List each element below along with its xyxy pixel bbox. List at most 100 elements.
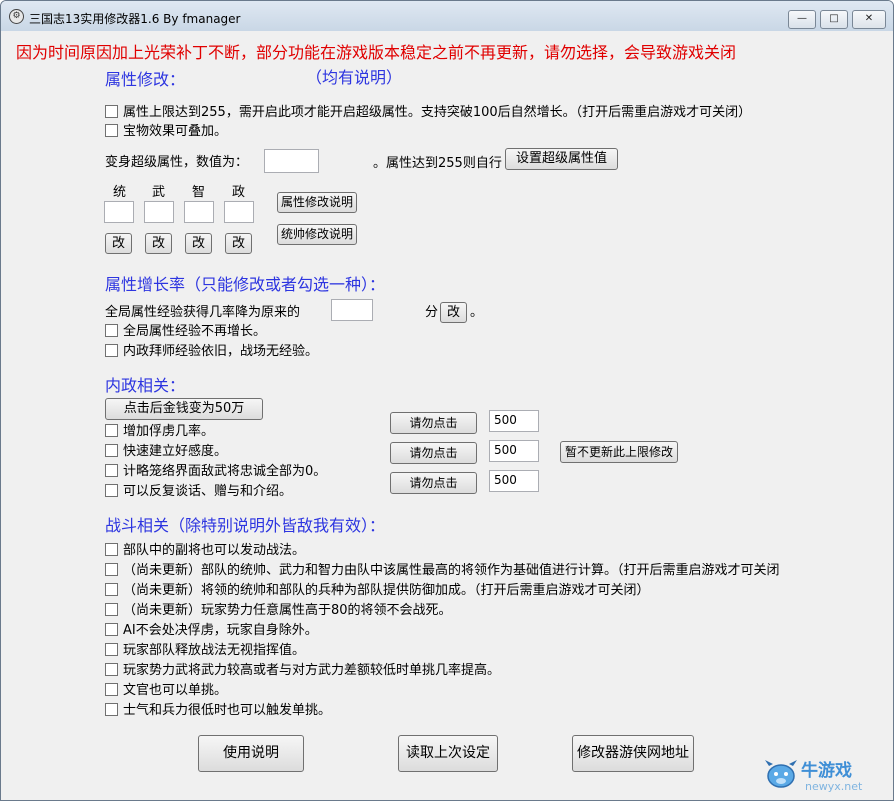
checkbox-label: 士气和兵力很低时也可以触发单挑。 xyxy=(123,703,332,718)
exp-rate-unit: 分 xyxy=(425,305,439,320)
checkbox-icon[interactable] xyxy=(105,444,118,457)
gold-button[interactable]: 点击后金钱变为50万 xyxy=(105,398,263,420)
checkbox-fast-friend[interactable]: 快速建立好感度。 xyxy=(105,444,227,460)
checkbox-icon[interactable] xyxy=(105,603,118,616)
checkbox-capture-rate[interactable]: 增加俘虏几率。 xyxy=(105,424,214,440)
checkbox-battle-7[interactable]: 玩家势力武将武力较高或者与对方武力差额较低时单挑几率提高。 xyxy=(105,663,500,679)
checkbox-icon[interactable] xyxy=(105,663,118,676)
checkbox-icon[interactable] xyxy=(105,683,118,696)
checkbox-icon[interactable] xyxy=(105,324,118,337)
checkbox-label: AI不会处决俘虏，玩家自身除外。 xyxy=(123,623,318,638)
checkbox-label: 内政拜师经验依旧，战场无经验。 xyxy=(123,344,319,359)
help-button[interactable]: 使用说明 xyxy=(198,735,304,772)
watermark-brand: 牛游戏 xyxy=(801,760,852,781)
warning-text: 因为时间原因加上光荣补丁不断，部分功能在游戏版本稳定之前不再更新，请勿选择，会导… xyxy=(16,43,737,62)
checkbox-icon[interactable] xyxy=(105,424,118,437)
stat-label-lead: 统 xyxy=(113,185,127,200)
change-pol-button[interactable]: 改 xyxy=(225,233,252,254)
exp-rate-input[interactable] xyxy=(331,299,373,321)
domestic-heading: 内政相关： xyxy=(105,376,186,395)
checkbox-icon[interactable] xyxy=(105,344,118,357)
checkbox-attr-limit[interactable]: 属性上限达到255，需开启此项才能开启超级属性。支持突破100后自然增长。（打开… xyxy=(105,105,751,121)
change-war-button[interactable]: 改 xyxy=(145,233,172,254)
checkbox-label: 玩家部队释放战法无视指挥值。 xyxy=(123,643,306,658)
attr-heading: 属性修改： xyxy=(105,70,186,89)
checkbox-battle-2[interactable]: （尚未更新）部队的统帅、武力和智力由队中该属性最高的将领作为基础值进行计算。（打… xyxy=(105,563,893,579)
checkbox-label: 部队中的副将也可以发动战法。 xyxy=(123,543,306,558)
cow-logo-icon: 牛游戏 newyx.net xyxy=(765,760,863,793)
battle-heading: 战斗相关（除特别说明外皆敌我有效）： xyxy=(105,516,386,535)
checkbox-battle-1[interactable]: 部队中的副将也可以发动战法。 xyxy=(105,543,305,559)
no-click-button-2[interactable]: 请勿点击 xyxy=(390,442,477,464)
lead-explain-button[interactable]: 统帅修改说明 xyxy=(277,224,357,245)
set-super-attr-button[interactable]: 设置超级属性值 xyxy=(505,148,618,170)
checkbox-no-growth[interactable]: 全局属性经验不再增长。 xyxy=(105,324,266,340)
stat-input-pol[interactable] xyxy=(224,201,254,223)
checkbox-icon[interactable] xyxy=(105,703,118,716)
app-icon: ⚙ xyxy=(9,9,24,24)
checkbox-icon[interactable] xyxy=(105,623,118,636)
stat-label-int: 智 xyxy=(192,185,206,200)
change-int-button[interactable]: 改 xyxy=(185,233,212,254)
close-button[interactable]: ✕ xyxy=(852,10,886,29)
domestic-value-input-3[interactable]: 500 xyxy=(489,470,539,492)
checkbox-treasure-stack[interactable]: 宝物效果可叠加。 xyxy=(105,124,227,140)
change-exp-rate-button[interactable]: 改 xyxy=(440,302,467,323)
minimize-button[interactable]: — xyxy=(788,10,816,29)
attr-note: （均有说明） xyxy=(306,68,403,87)
checkbox-battle-8[interactable]: 文官也可以单挑。 xyxy=(105,683,227,699)
change-lead-button[interactable]: 改 xyxy=(105,233,132,254)
limit-update-button[interactable]: 暂不更新此上限修改 xyxy=(560,441,678,463)
super-attr-label: 变身超级属性，数值为： xyxy=(105,155,249,170)
domestic-value-input-1[interactable]: 500 xyxy=(489,410,539,432)
checkbox-icon[interactable] xyxy=(105,643,118,656)
exp-rate-suffix: 。 xyxy=(470,305,484,320)
watermark-domain: newyx.net xyxy=(805,780,863,793)
checkbox-label: 玩家势力武将武力较高或者与对方武力差额较低时单挑几率提高。 xyxy=(123,663,501,678)
attr-explain-button[interactable]: 属性修改说明 xyxy=(277,192,357,213)
exp-rate-label: 全局属性经验获得几率降为原来的 xyxy=(105,305,301,320)
checkbox-repeat-talk[interactable]: 可以反复谈话、赠与和介绍。 xyxy=(105,484,292,500)
load-settings-button[interactable]: 读取上次设定 xyxy=(398,735,498,772)
super-attr-input[interactable] xyxy=(264,149,319,173)
checkbox-icon[interactable] xyxy=(105,543,118,556)
maximize-button[interactable]: □ xyxy=(820,10,848,29)
super-attr-suffix: 。属性达到255则自行 xyxy=(373,156,502,171)
stat-input-int[interactable] xyxy=(184,201,214,223)
checkbox-label: 文官也可以单挑。 xyxy=(123,683,228,698)
watermark-logo: 牛游戏 newyx.net xyxy=(763,754,883,794)
stat-label-war: 武 xyxy=(152,185,166,200)
checkbox-icon[interactable] xyxy=(105,583,118,596)
checkbox-battle-4[interactable]: （尚未更新）玩家势力任意属性高于80的将领不会战死。 xyxy=(105,603,452,619)
checkbox-mentor-exp[interactable]: 内政拜师经验依旧，战场无经验。 xyxy=(105,344,318,360)
checkbox-label: 增加俘虏几率。 xyxy=(123,424,215,439)
stat-input-war[interactable] xyxy=(144,201,174,223)
checkbox-loyalty-zero[interactable]: 计略笼络界面敌武将忠诚全部为0。 xyxy=(105,464,326,480)
domestic-value-input-2[interactable]: 500 xyxy=(489,440,539,462)
checkbox-battle-6[interactable]: 玩家部队释放战法无视指挥值。 xyxy=(105,643,305,659)
stat-label-pol: 政 xyxy=(232,185,246,200)
checkbox-battle-9[interactable]: 士气和兵力很低时也可以触发单挑。 xyxy=(105,703,331,719)
no-click-button-1[interactable]: 请勿点击 xyxy=(390,412,477,434)
checkbox-icon[interactable] xyxy=(105,124,118,137)
stat-input-lead[interactable] xyxy=(104,201,134,223)
checkbox-icon[interactable] xyxy=(105,464,118,477)
checkbox-battle-5[interactable]: AI不会处决俘虏，玩家自身除外。 xyxy=(105,623,318,639)
checkbox-label: 全局属性经验不再增长。 xyxy=(123,324,267,339)
app-window: ⚙ 三国志13实用修改器1.6 By fmanager — □ ✕ 因为时间原因… xyxy=(0,0,894,801)
window-title: 三国志13实用修改器1.6 By fmanager xyxy=(29,12,241,26)
checkbox-icon[interactable] xyxy=(105,105,118,118)
checkbox-battle-3[interactable]: （尚未更新）将领的统帅和部队的兵种为部队提供防御加成。（打开后需重启游戏才可关闭… xyxy=(105,583,650,599)
checkbox-label: （尚未更新）玩家势力任意属性高于80的将领不会战死。 xyxy=(123,603,452,618)
title-bar[interactable]: ⚙ 三国志13实用修改器1.6 By fmanager — □ ✕ xyxy=(1,1,893,31)
checkbox-label: 宝物效果可叠加。 xyxy=(123,124,228,139)
checkbox-icon[interactable] xyxy=(105,563,118,576)
site-link-button[interactable]: 修改器游侠网地址 xyxy=(572,735,694,772)
checkbox-icon[interactable] xyxy=(105,484,118,497)
checkbox-label: （尚未更新）部队的统帅、武力和智力由队中该属性最高的将领作为基础值进行计算。（打… xyxy=(123,563,780,578)
checkbox-label: 可以反复谈话、赠与和介绍。 xyxy=(123,484,293,499)
window-client: 因为时间原因加上光荣补丁不断，部分功能在游戏版本稳定之前不再更新，请勿选择，会导… xyxy=(1,31,893,800)
checkbox-label: （尚未更新）将领的统帅和部队的兵种为部队提供防御加成。（打开后需重启游戏才可关闭… xyxy=(123,583,650,598)
no-click-button-3[interactable]: 请勿点击 xyxy=(390,472,477,494)
checkbox-label: 属性上限达到255，需开启此项才能开启超级属性。支持突破100后自然增长。（打开… xyxy=(123,105,752,120)
